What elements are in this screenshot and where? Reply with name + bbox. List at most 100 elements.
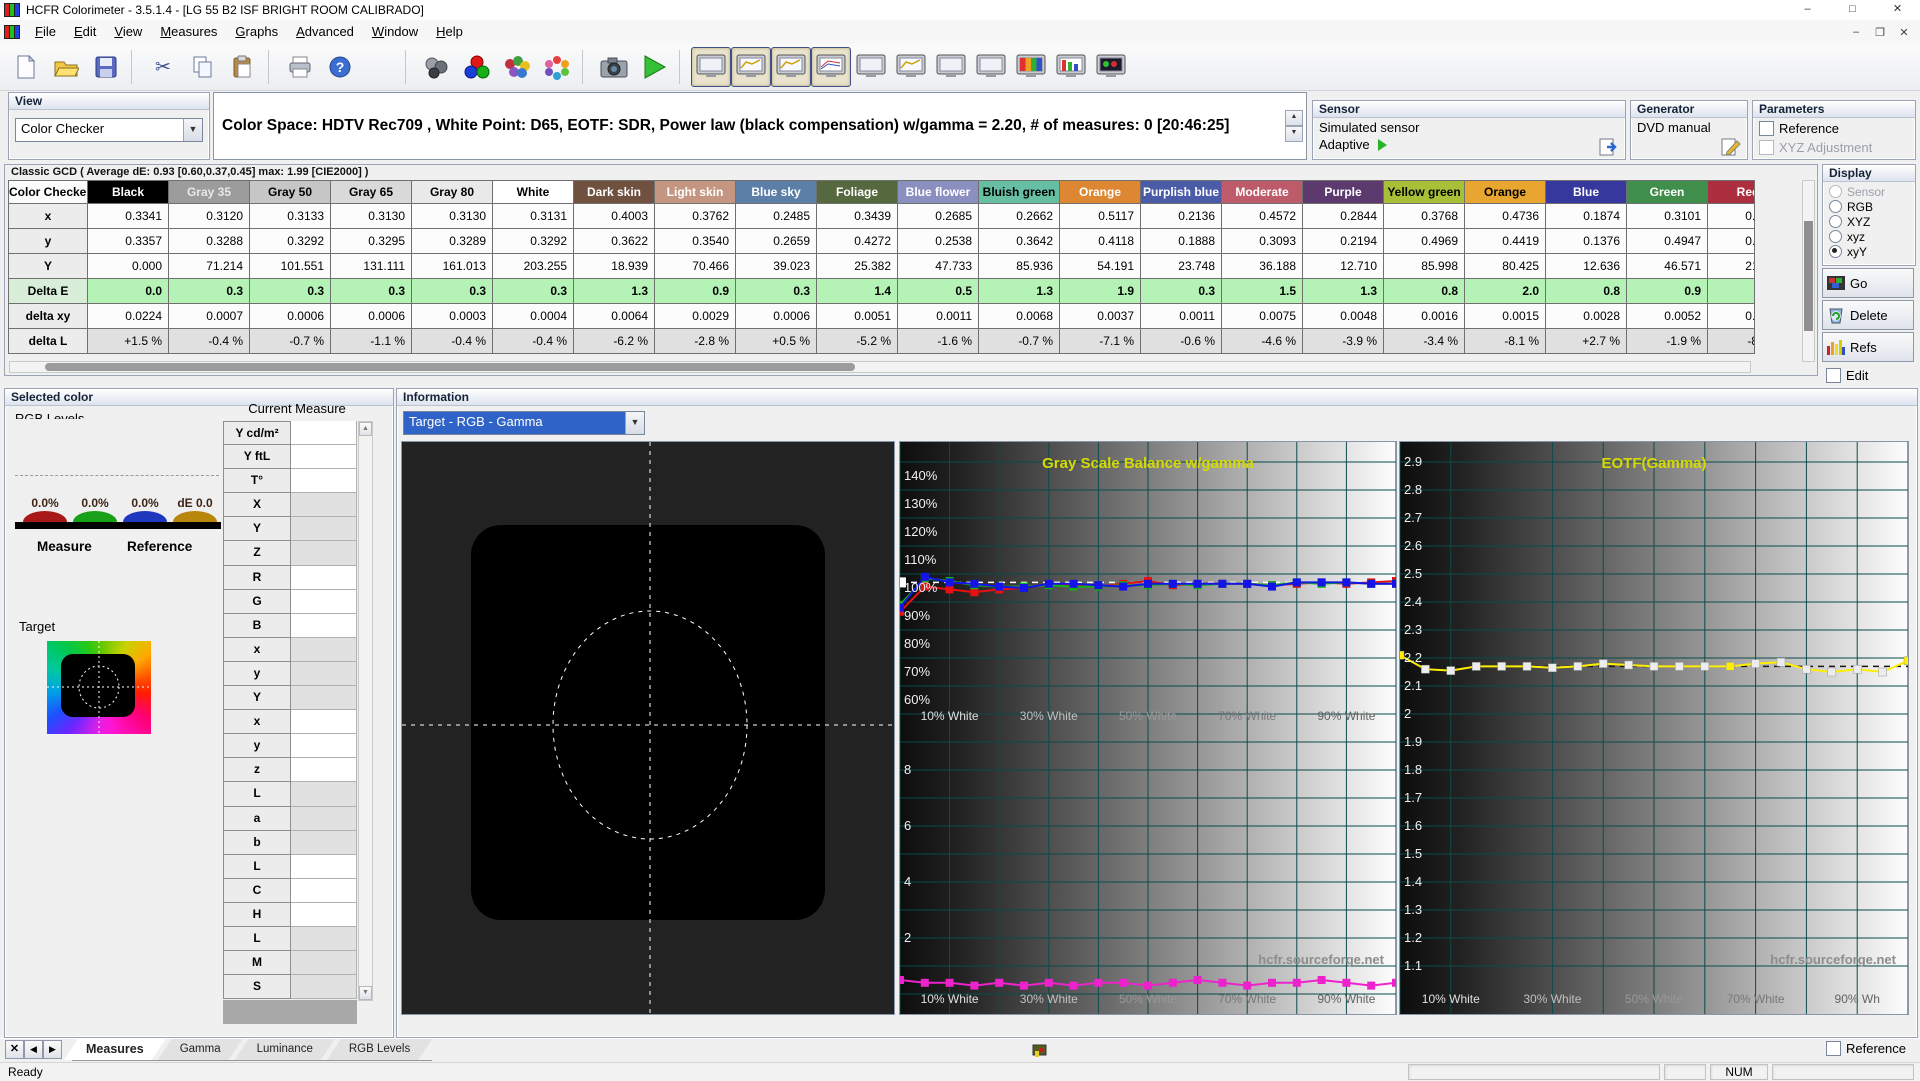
reference-checkbox-box[interactable] — [1826, 1041, 1842, 1056]
next-tab-button[interactable]: ▶ — [43, 1040, 62, 1059]
mdi-restore-button[interactable]: ❐ — [1868, 26, 1892, 39]
view-monitor-button-1[interactable] — [691, 47, 731, 87]
measure-table-scrollbar[interactable]: ▲ ▼ — [358, 421, 373, 1001]
camera-icon[interactable] — [594, 47, 634, 87]
info-spinner[interactable]: ▲ ▼ — [1285, 110, 1303, 142]
view-monitor-button-2[interactable] — [731, 47, 771, 87]
chevron-down-icon[interactable]: ▼ — [183, 119, 202, 141]
view-monitor-button-4[interactable] — [811, 47, 851, 87]
tab-rgb-levels[interactable]: RGB Levels — [327, 1039, 432, 1060]
mdi-close-button[interactable]: ✕ — [1892, 26, 1916, 39]
menu-advanced[interactable]: Advanced — [287, 21, 363, 43]
refs-button[interactable]: Refs — [1822, 332, 1914, 362]
sensor-export-icon[interactable] — [1599, 138, 1619, 156]
scroll-up-icon[interactable]: ▲ — [359, 422, 372, 436]
menu-file[interactable]: File — [26, 21, 65, 43]
save-button[interactable] — [86, 47, 126, 87]
color-wheel-icon[interactable] — [537, 47, 577, 87]
menu-window[interactable]: Window — [363, 21, 427, 43]
column-header-purple[interactable]: Purple — [1303, 181, 1383, 203]
column-header-gray-80[interactable]: Gray 80 — [412, 181, 492, 203]
radio-icon[interactable] — [1829, 215, 1842, 228]
spin-down-icon[interactable]: ▼ — [1285, 126, 1303, 142]
view-monitor-button-3[interactable] — [771, 47, 811, 87]
minimize-button[interactable]: – — [1785, 0, 1830, 20]
column-header-white[interactable]: White — [493, 181, 573, 203]
column-header-blue-flower[interactable]: Blue flower — [898, 181, 978, 203]
column-header-light-skin[interactable]: Light skin — [655, 181, 735, 203]
view-monitor-button-11[interactable] — [1091, 47, 1131, 87]
radio-icon[interactable] — [1829, 200, 1842, 213]
view-monitor-button-9[interactable] — [1011, 47, 1051, 87]
reference-checkbox[interactable]: Reference — [1826, 1041, 1906, 1056]
color-cluster-icon[interactable] — [497, 47, 537, 87]
column-header-blue[interactable]: Blue — [1546, 181, 1626, 203]
param-checkbox-reference[interactable]: Reference — [1759, 121, 1909, 136]
menu-help[interactable]: Help — [427, 21, 472, 43]
menu-edit[interactable]: Edit — [65, 21, 105, 43]
column-header-green[interactable]: Green — [1627, 181, 1707, 203]
menu-graphs[interactable]: Graphs — [226, 21, 287, 43]
maximize-button[interactable]: □ — [1830, 0, 1875, 20]
display-radio-rgb[interactable]: RGB — [1823, 200, 1915, 214]
table-vertical-scrollbar[interactable] — [1802, 180, 1815, 362]
prev-tab-button[interactable]: ◀ — [24, 1040, 43, 1059]
new-file-button[interactable] — [6, 47, 46, 87]
column-header-gray-35[interactable]: Gray 35 — [169, 181, 249, 203]
rgb-measure-icon[interactable] — [457, 47, 497, 87]
view-monitor-button-7[interactable] — [931, 47, 971, 87]
column-header-blue-sky[interactable]: Blue sky — [736, 181, 816, 203]
column-header-foliage[interactable]: Foliage — [817, 181, 897, 203]
close-tab-button[interactable]: ✕ — [5, 1040, 24, 1059]
generator-config-icon[interactable] — [1721, 138, 1741, 156]
view-type-dropdown[interactable]: Color Checker ▼ — [15, 118, 203, 142]
help-button[interactable]: ? — [320, 47, 360, 87]
display-radio-xyz[interactable]: xyz — [1823, 230, 1915, 244]
close-button[interactable]: ✕ — [1875, 0, 1920, 20]
column-header-red[interactable]: Red — [1708, 181, 1754, 203]
menu-measures[interactable]: Measures — [151, 21, 226, 43]
display-radio-xyy[interactable]: xyY — [1823, 245, 1915, 259]
run-measures-icon[interactable] — [634, 47, 674, 87]
column-header-bluish-green[interactable]: Bluish green — [979, 181, 1059, 203]
column-header-black[interactable]: Black — [88, 181, 168, 203]
mdi-minimize-button[interactable]: – — [1844, 26, 1868, 39]
radio-icon[interactable] — [1829, 245, 1842, 258]
column-header-yellow-green[interactable]: Yellow green — [1384, 181, 1464, 203]
sensor-config-icon[interactable] — [417, 47, 457, 87]
column-header-gray-50[interactable]: Gray 50 — [250, 181, 330, 203]
open-file-button[interactable] — [46, 47, 86, 87]
tab-gamma[interactable]: Gamma — [158, 1039, 243, 1060]
rgb-bar-label: 0.0% — [131, 496, 159, 510]
graph-type-dropdown[interactable]: Target - RGB - Gamma ▼ — [403, 411, 645, 435]
paste-icon[interactable] — [223, 47, 263, 87]
view-monitor-button-10[interactable] — [1051, 47, 1091, 87]
radio-icon[interactable] — [1829, 230, 1842, 243]
view-monitor-button-8[interactable] — [971, 47, 1011, 87]
scroll-down-icon[interactable]: ▼ — [359, 986, 372, 1000]
edit-checkbox-box[interactable] — [1826, 368, 1841, 383]
checkbox-box[interactable] — [1759, 121, 1774, 136]
menu-view[interactable]: View — [105, 21, 151, 43]
table-horizontal-scrollbar[interactable] — [9, 361, 1751, 373]
view-monitor-button-5[interactable] — [851, 47, 891, 87]
print-button[interactable] — [280, 47, 320, 87]
column-header-orange[interactable]: Orange — [1465, 181, 1545, 203]
column-header-dark-skin[interactable]: Dark skin — [574, 181, 654, 203]
cut-icon[interactable]: ✂ — [143, 47, 183, 87]
sensor-play-icon[interactable] — [1377, 138, 1387, 151]
go-button[interactable]: Go — [1822, 268, 1914, 298]
column-header-purplish-blue[interactable]: Purplish blue — [1141, 181, 1221, 203]
tab-luminance[interactable]: Luminance — [235, 1039, 335, 1060]
edit-checkbox[interactable]: Edit — [1826, 368, 1868, 383]
column-header-gray-65[interactable]: Gray 65 — [331, 181, 411, 203]
display-radio-xyz[interactable]: XYZ — [1823, 215, 1915, 229]
view-monitor-button-6[interactable] — [891, 47, 931, 87]
copy-icon[interactable] — [183, 47, 223, 87]
spin-up-icon[interactable]: ▲ — [1285, 110, 1303, 126]
tab-measures[interactable]: Measures — [64, 1039, 166, 1060]
column-header-moderate[interactable]: Moderate — [1222, 181, 1302, 203]
delete-button[interactable]: Delete — [1822, 300, 1914, 330]
column-header-orange[interactable]: Orange — [1060, 181, 1140, 203]
chevron-down-icon[interactable]: ▼ — [625, 412, 644, 434]
